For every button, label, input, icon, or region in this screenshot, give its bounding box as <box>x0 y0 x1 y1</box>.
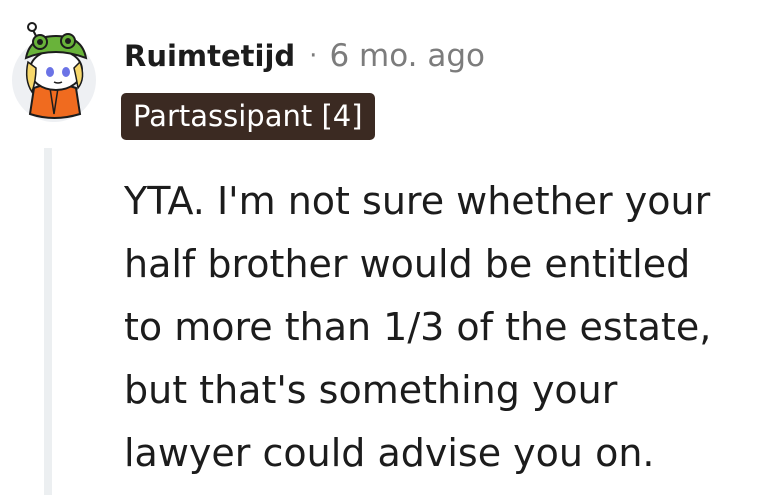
username-link[interactable]: Ruimtetijd <box>124 39 295 73</box>
avatar[interactable] <box>10 22 98 122</box>
comment: Ruimtetijd · 6 mo. ago Partassipant [4] … <box>0 0 760 495</box>
comment-body-line: lawyer could advise you on. <box>124 431 655 475</box>
timestamp[interactable]: 6 mo. ago <box>329 38 485 74</box>
snoo-avatar-icon <box>12 22 96 122</box>
thread-collapse-line[interactable] <box>44 148 52 495</box>
comment-body-line: to more than 1/3 of the estate, <box>124 305 712 349</box>
comment-body-line: YTA. I'm not sure whether your <box>124 179 711 223</box>
comment-meta: Ruimtetijd · 6 mo. ago <box>124 34 485 78</box>
meta-separator: · <box>309 41 318 71</box>
comment-body-line: but that's something your <box>124 368 618 412</box>
comment-body: YTA. I'm not sure whether your half brot… <box>124 170 754 485</box>
comment-body-line: half brother would be entitled <box>124 242 691 286</box>
user-flair-badge: Partassipant [4] <box>121 93 375 140</box>
